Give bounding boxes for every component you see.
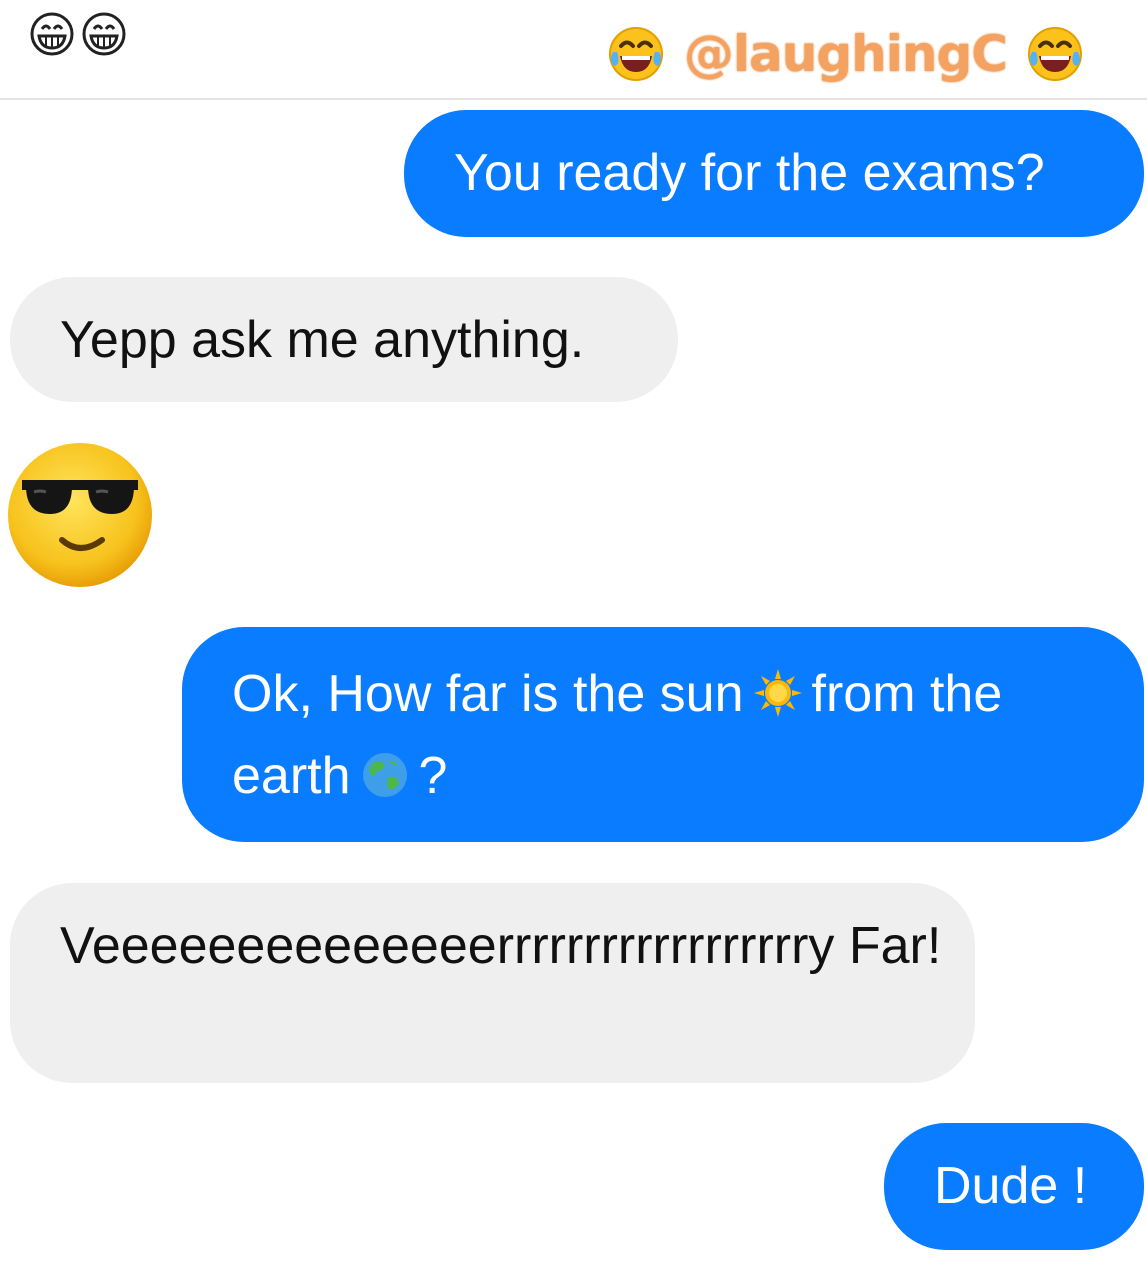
message-bubble-incoming[interactable]: Veeeeeeeeeeeeeerrrrrrrrrrrrrrrrrry Far! — [10, 883, 975, 1083]
message-text: Dude ! — [934, 1157, 1088, 1215]
grinning-face-icon — [82, 12, 126, 56]
watermark-handle: @laughingC — [683, 25, 1008, 83]
message-bubble-outgoing[interactable]: Dude ! — [884, 1123, 1144, 1250]
sunglasses-face-icon[interactable] — [0, 440, 160, 590]
message-text: Ok, How far is the sun — [232, 665, 744, 723]
grinning-face-icon — [30, 12, 74, 56]
earth-globe-icon — [362, 753, 407, 798]
message-bubble-incoming[interactable]: Yepp ask me anything. — [10, 277, 678, 402]
message-text: Veeeeeeeeeeeeeerrrrrrrrrrrrrrrrrry Far! — [60, 917, 942, 975]
header-bar: @laughingC — [0, 0, 1147, 100]
message-text: You ready for the exams? — [454, 144, 1045, 202]
message-text: Yepp ask me anything. — [60, 311, 585, 369]
message-bubble-outgoing[interactable]: You ready for the exams? — [404, 110, 1144, 237]
sun-icon — [753, 669, 802, 718]
watermark: @laughingC — [604, 22, 1087, 86]
message-text: ? — [418, 747, 448, 805]
grin-icons — [28, 10, 128, 58]
tears-of-joy-icon — [1028, 27, 1082, 81]
message-bubble-outgoing[interactable]: Ok, How far is the sun from the earth ? — [182, 627, 1144, 842]
tears-of-joy-icon — [608, 27, 663, 81]
